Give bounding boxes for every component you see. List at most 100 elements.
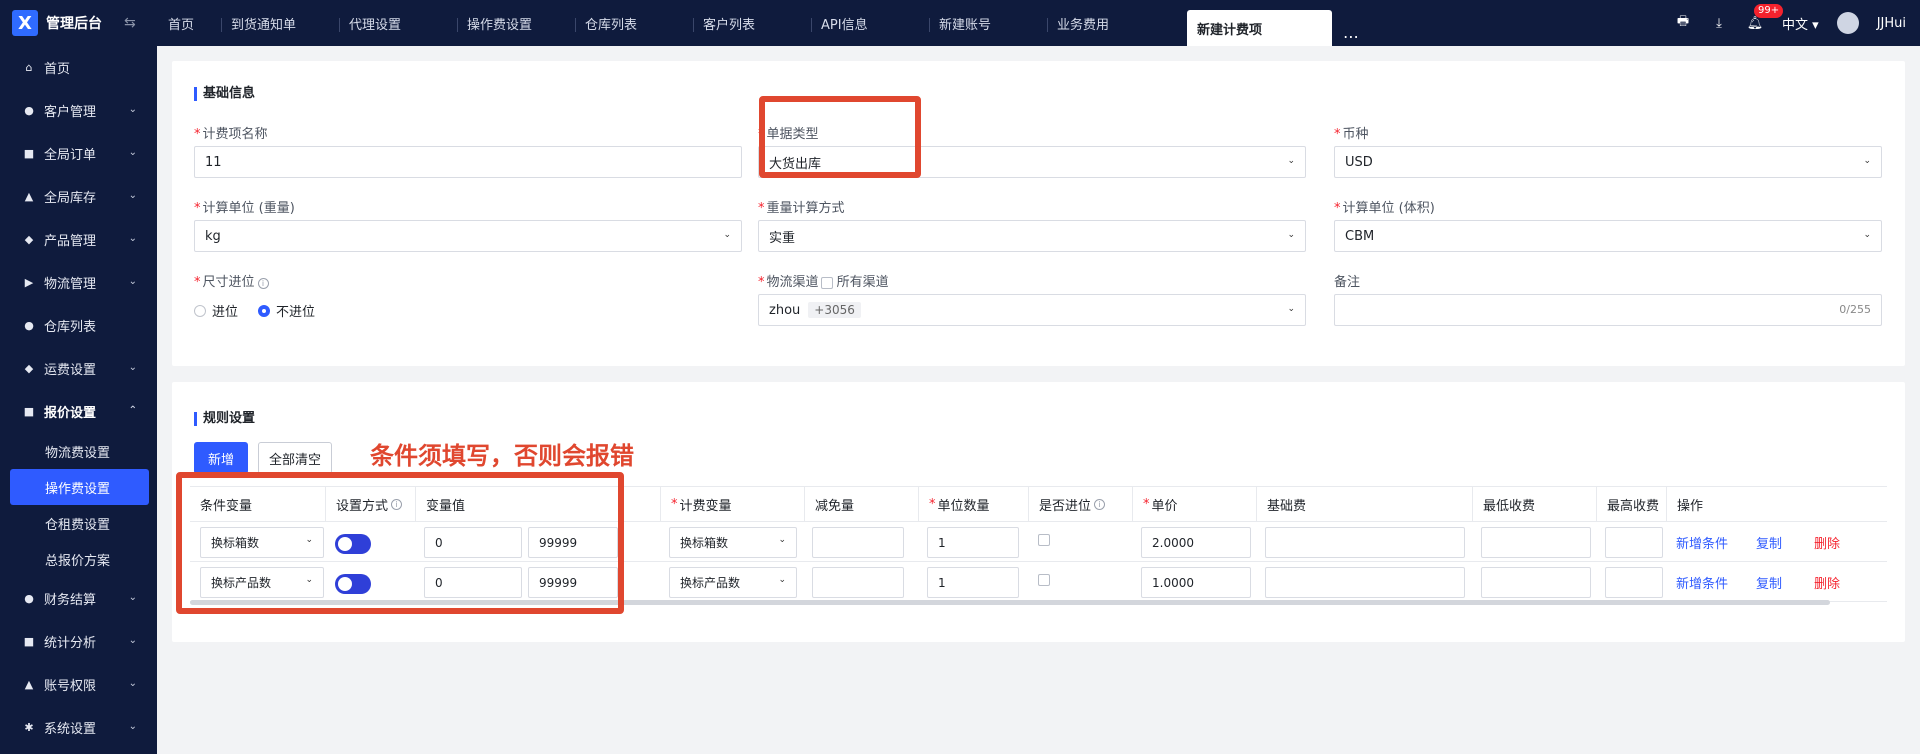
add-condition-link[interactable]: 新增条件 <box>1676 573 1728 592</box>
unit-qty-input[interactable]: 1 <box>927 527 1019 558</box>
box-icon: ◆ <box>24 233 34 246</box>
collapse-menu-icon[interactable]: ⇆ <box>124 15 140 31</box>
info-icon[interactable]: i <box>257 278 269 289</box>
tab-warehouse-list[interactable]: 仓库列表 <box>575 0 693 46</box>
sidebar-item-warehouses[interactable]: ● 仓库列表 <box>0 304 157 347</box>
radio-label: 进位 <box>212 305 239 320</box>
tab-operation-fee[interactable]: 操作费设置 <box>457 0 575 46</box>
th-actions: 操作 <box>1666 487 1887 522</box>
tab-label: 新建账号 <box>939 17 992 33</box>
volume-unit-select[interactable]: CBM ⌄ <box>1334 220 1882 252</box>
min-fee-input[interactable] <box>1481 567 1591 598</box>
tab-label: 仓库列表 <box>585 17 638 33</box>
username[interactable]: JJHui <box>1877 16 1906 31</box>
base-fee-input[interactable] <box>1265 527 1465 558</box>
unit-price-input[interactable]: 1.0000 <box>1141 567 1251 598</box>
sidebar-item-customers[interactable]: ● 客户管理 ⌄ <box>0 89 157 132</box>
unit-price-input[interactable]: 2.0000 <box>1141 527 1251 558</box>
chevron-down-icon: ⌄ <box>128 104 137 115</box>
weight-calc-label: * 重量计算方式 <box>758 201 845 216</box>
sidebar-sub-logistics-fee[interactable]: 物流费设置 <box>0 433 157 469</box>
chart-icon: ■ <box>23 635 35 648</box>
tab-home[interactable]: 首页 <box>158 0 221 46</box>
copy-link[interactable]: 复制 <box>1756 573 1782 592</box>
sidebar-item-inventory[interactable]: ▲ 全局库存 ⌄ <box>0 175 157 218</box>
sidebar-item-orders[interactable]: ■ 全局订单 ⌄ <box>0 132 157 175</box>
input-value: 11 <box>205 154 222 170</box>
delete-link[interactable]: 删除 <box>1814 533 1840 552</box>
tab-new-fee-item[interactable]: 新建计费项 <box>1187 10 1332 46</box>
sidebar-item-products[interactable]: ◆ 产品管理 ⌄ <box>0 218 157 261</box>
sidebar-sub-operation-fee[interactable]: 操作费设置 <box>10 469 149 505</box>
store-icon: ● <box>24 319 34 332</box>
reduction-input[interactable] <box>812 527 904 558</box>
chevron-down-icon: ⌄ <box>723 230 731 240</box>
chevron-down-icon: ⌄ <box>128 147 137 158</box>
basic-info-card: 基础信息 * 计费项名称 11 * 单据类型 大货出库 ⌄ * 币种 USD ⌄ * 计算单… <box>172 61 1905 366</box>
sidebar-item-label: 全局库存 <box>44 191 97 206</box>
document-icon: ■ <box>23 405 35 418</box>
remark-input[interactable]: 0/255 <box>1334 294 1882 326</box>
sidebar-item-label: 报价设置 <box>44 406 97 421</box>
min-fee-input[interactable] <box>1481 527 1591 558</box>
tab-agent-settings[interactable]: 代理设置 <box>339 0 457 46</box>
sidebar-item-permissions[interactable]: ▲ 账号权限 ⌄ <box>0 663 157 706</box>
avatar[interactable] <box>1836 12 1859 34</box>
add-rule-button[interactable]: 新增 <box>194 442 248 474</box>
sidebar-item-statistics[interactable]: ■ 统计分析 ⌄ <box>0 620 157 663</box>
sidebar-sub-label: 操作费设置 <box>45 481 111 497</box>
weight-unit-select[interactable]: kg ⌄ <box>194 220 742 252</box>
currency-select[interactable]: USD ⌄ <box>1334 146 1882 178</box>
tab-customer-list[interactable]: 客户列表 <box>693 0 811 46</box>
charge-var-select[interactable]: 换标箱数 ⌄ <box>669 527 797 558</box>
base-fee-input[interactable] <box>1265 567 1465 598</box>
app-logo[interactable]: X 管理后台 ⇆ <box>0 0 158 46</box>
round-checkbox[interactable] <box>1038 534 1050 546</box>
download-icon[interactable]: ⤓ <box>1710 14 1728 32</box>
sidebar-item-system[interactable]: ✱ 系统设置 ⌄ <box>0 706 157 749</box>
fee-name-input[interactable]: 11 <box>194 146 742 178</box>
unit-qty-input[interactable]: 1 <box>927 567 1019 598</box>
weight-calc-select[interactable]: 实重 ⌄ <box>758 220 1306 252</box>
logistics-select[interactable]: zhou +3056 ⌄ <box>758 294 1306 326</box>
max-fee-input[interactable] <box>1605 567 1663 598</box>
home-icon: ⌂ <box>25 61 33 74</box>
clear-all-button[interactable]: 全部清空 <box>258 442 332 474</box>
more-tabs-icon[interactable]: ⋯ <box>1332 27 1370 46</box>
reduction-input[interactable] <box>812 567 904 598</box>
all-channels-checkbox[interactable] <box>820 276 833 289</box>
sidebar-sub-storage-fee[interactable]: 仓租费设置 <box>0 505 157 541</box>
sidebar-item-shipping[interactable]: ◆ 运费设置 ⌄ <box>0 347 157 390</box>
sidebar-item-quotes[interactable]: ■ 报价设置 ⌃ <box>0 390 157 433</box>
tab-label: 首页 <box>168 17 195 33</box>
weight-unit-label: * 计算单位 (重量) <box>194 201 295 216</box>
language-label: 中文 <box>1782 17 1809 33</box>
tab-arrival-notice[interactable]: 到货通知单 <box>221 0 339 46</box>
char-counter: 0/255 <box>1839 303 1871 316</box>
max-fee-input[interactable] <box>1605 527 1663 558</box>
radio-round[interactable]: 进位 <box>194 301 238 320</box>
tab-new-account[interactable]: 新建账号 <box>929 0 1047 46</box>
tab-business-fee[interactable]: 业务费用 <box>1047 0 1187 46</box>
sidebar-item-home[interactable]: ⌂ 首页 <box>0 46 157 89</box>
copy-link[interactable]: 复制 <box>1756 533 1782 552</box>
annotation-text: 条件须填写，否则会报错 <box>370 442 634 470</box>
language-select[interactable]: 中文 ▾ <box>1782 14 1819 33</box>
radio-no-round[interactable]: 不进位 <box>258 301 315 320</box>
delete-link[interactable]: 删除 <box>1814 573 1840 592</box>
sidebar-item-finance[interactable]: ● 财务结算 ⌄ <box>0 577 157 620</box>
sidebar-item-logistics[interactable]: ▶ 物流管理 ⌄ <box>0 261 157 304</box>
add-condition-link[interactable]: 新增条件 <box>1676 533 1728 552</box>
charge-var-select[interactable]: 换标产品数 ⌄ <box>669 567 797 598</box>
round-checkbox[interactable] <box>1038 574 1050 586</box>
sidebar-sub-quote-plan[interactable]: 总报价方案 <box>0 541 157 577</box>
org-icon: ▲ <box>24 678 34 691</box>
tab-api-info[interactable]: API信息 <box>811 0 929 46</box>
info-icon[interactable]: i <box>1094 499 1106 510</box>
tab-label: 到货通知单 <box>231 17 297 33</box>
main-content: 基础信息 * 计费项名称 11 * 单据类型 大货出库 ⌄ * 币种 USD ⌄ * 计算单… <box>157 46 1920 754</box>
sidebar-sub-label: 总报价方案 <box>45 553 111 569</box>
bell-icon[interactable]: 🔔︎ 99+ <box>1746 4 1784 32</box>
printer-icon[interactable]: 🖶 <box>1674 14 1692 32</box>
tab-label: API信息 <box>821 17 868 33</box>
